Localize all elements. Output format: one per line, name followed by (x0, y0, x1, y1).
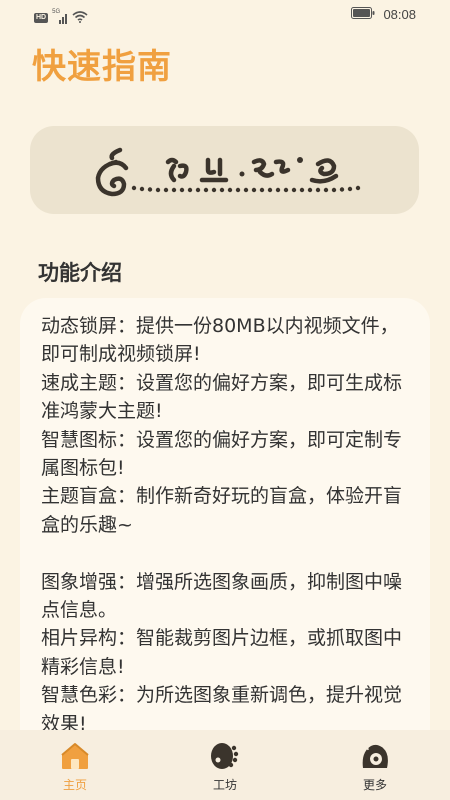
app-logo (95, 147, 361, 197)
section-title: 功能介绍 (38, 261, 122, 285)
nav-item-more[interactable]: 更多 (300, 730, 450, 800)
nav-label-workshop: 工坊 (212, 778, 237, 792)
clock: 08:08 (383, 7, 416, 22)
bottom-nav: 主页 工坊 更多 (0, 730, 450, 800)
status-left: HD 5G (34, 8, 88, 27)
page-title: 快速指南 (32, 47, 172, 87)
status-right: 08:08 (351, 7, 416, 22)
nav-item-home[interactable]: 主页 (0, 730, 150, 800)
intro-line: 智慧图标：设置您的偏好方案，即可定制专属图标包! (41, 428, 403, 480)
intro-line: 相片异构：智能裁剪图片边框，或抓取图中精彩信息! (41, 627, 403, 678)
nav-item-workshop[interactable]: 工坊 (150, 730, 300, 800)
wifi-icon (72, 8, 88, 27)
nav-label-home: 主页 (62, 778, 87, 792)
workshop-icon (209, 740, 241, 772)
more-icon (359, 740, 391, 772)
intro-text: 动态锁屏：提供一份80MB以内视频文件，即可制成视频锁屏! 速成主题：设置您的偏… (41, 312, 413, 738)
intro-line: 动态锁屏：提供一份80MB以内视频文件，即可制成视频锁屏! (41, 315, 399, 366)
intro-blank-line (41, 539, 413, 567)
signal-icon: 5G (52, 9, 68, 24)
status-bar: HD 5G 08:08 (0, 0, 450, 32)
intro-line: 速成主题：设置您的偏好方案，即可生成标准鸿蒙大主题! (41, 371, 403, 423)
intro-card[interactable]: 动态锁屏：提供一份80MB以内视频文件，即可制成视频锁屏! 速成主题：设置您的偏… (20, 298, 430, 768)
battery-icon (351, 7, 375, 22)
nav-label-more: 更多 (362, 778, 387, 792)
logo-card (30, 126, 419, 214)
intro-line: 图象增强：增强所选图象画质，抑制图中噪点信息。 (41, 570, 403, 622)
home-icon (59, 740, 91, 772)
intro-line: 主题盲盒：制作新奇好玩的盲盒，体验开盲盒的乐趣~ (41, 485, 403, 536)
hd-badge: HD (34, 12, 49, 23)
